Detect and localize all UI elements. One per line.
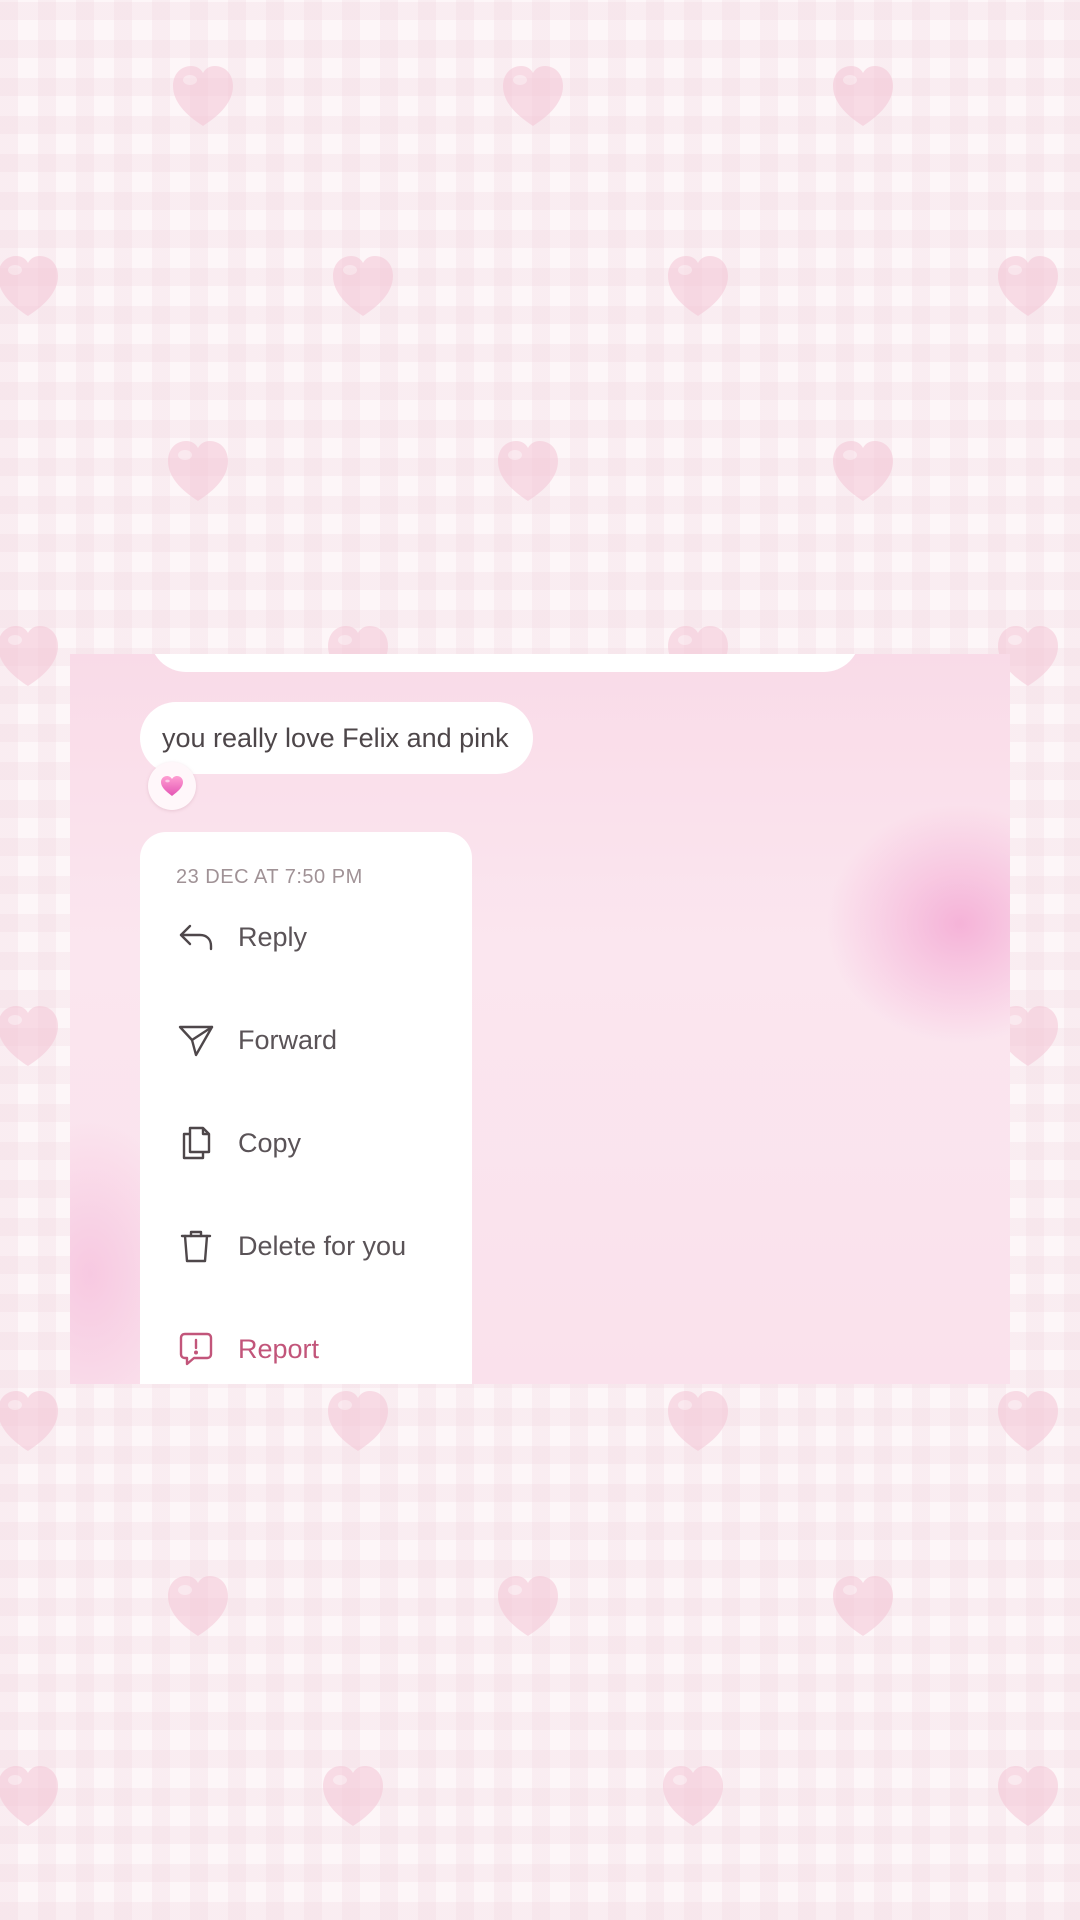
forward-menu-item[interactable]: Forward <box>174 1010 464 1070</box>
heart-decoration-icon <box>170 60 236 130</box>
pink-heart-icon <box>161 776 183 796</box>
previous-message-bubble <box>150 654 860 672</box>
heart-decoration-icon <box>495 1570 561 1640</box>
heart-decoration-icon <box>830 435 896 505</box>
heart-decoration-icon <box>995 1385 1061 1455</box>
heart-decoration-icon <box>830 60 896 130</box>
heart-decoration-icon <box>325 1385 391 1455</box>
copy-label: Copy <box>238 1127 302 1158</box>
chat-screenshot-panel: you really love Felix and pink 23 DEC AT… <box>70 654 1010 1384</box>
heart-decoration-icon <box>665 1385 731 1455</box>
delete-menu-item[interactable]: Delete for you <box>174 1216 464 1276</box>
report-label: Report <box>238 1333 320 1364</box>
heart-decoration-icon <box>165 435 231 505</box>
paper-plane-icon <box>174 1018 218 1062</box>
copy-icon <box>174 1121 218 1165</box>
copy-menu-item[interactable]: Copy <box>174 1113 464 1173</box>
reply-menu-item[interactable]: Reply <box>174 907 464 967</box>
heart-decoration-icon <box>0 250 61 320</box>
message-context-menu: 23 DEC AT 7:50 PM Reply Forward Copy Del… <box>140 832 472 1384</box>
heart-decoration-icon <box>660 1760 726 1830</box>
heart-decoration-icon <box>0 1385 61 1455</box>
message-bubble[interactable]: you really love Felix and pink <box>140 702 533 774</box>
report-icon <box>174 1327 218 1371</box>
heart-decoration-icon <box>665 250 731 320</box>
reply-label: Reply <box>238 921 308 952</box>
reply-arrow-icon <box>174 915 218 959</box>
heart-decoration-icon <box>500 60 566 130</box>
heart-decoration-icon <box>0 620 61 690</box>
heart-reaction[interactable] <box>148 762 196 810</box>
heart-decoration-icon <box>495 435 561 505</box>
heart-decoration-icon <box>995 250 1061 320</box>
heart-decoration-icon <box>995 1760 1061 1830</box>
heart-decoration-icon <box>165 1570 231 1640</box>
heart-decoration-icon <box>830 1570 896 1640</box>
message-text: you really love Felix and pink <box>162 722 509 753</box>
heart-decoration-icon <box>330 250 396 320</box>
delete-label: Delete for you <box>238 1230 407 1261</box>
heart-decoration-icon <box>0 1760 61 1830</box>
trash-icon <box>174 1224 218 1268</box>
report-menu-item[interactable]: Report <box>174 1319 464 1379</box>
message-timestamp: 23 DEC AT 7:50 PM <box>176 866 363 888</box>
heart-decoration-icon <box>320 1760 386 1830</box>
heart-decoration-icon <box>0 1000 61 1070</box>
forward-label: Forward <box>238 1024 338 1055</box>
